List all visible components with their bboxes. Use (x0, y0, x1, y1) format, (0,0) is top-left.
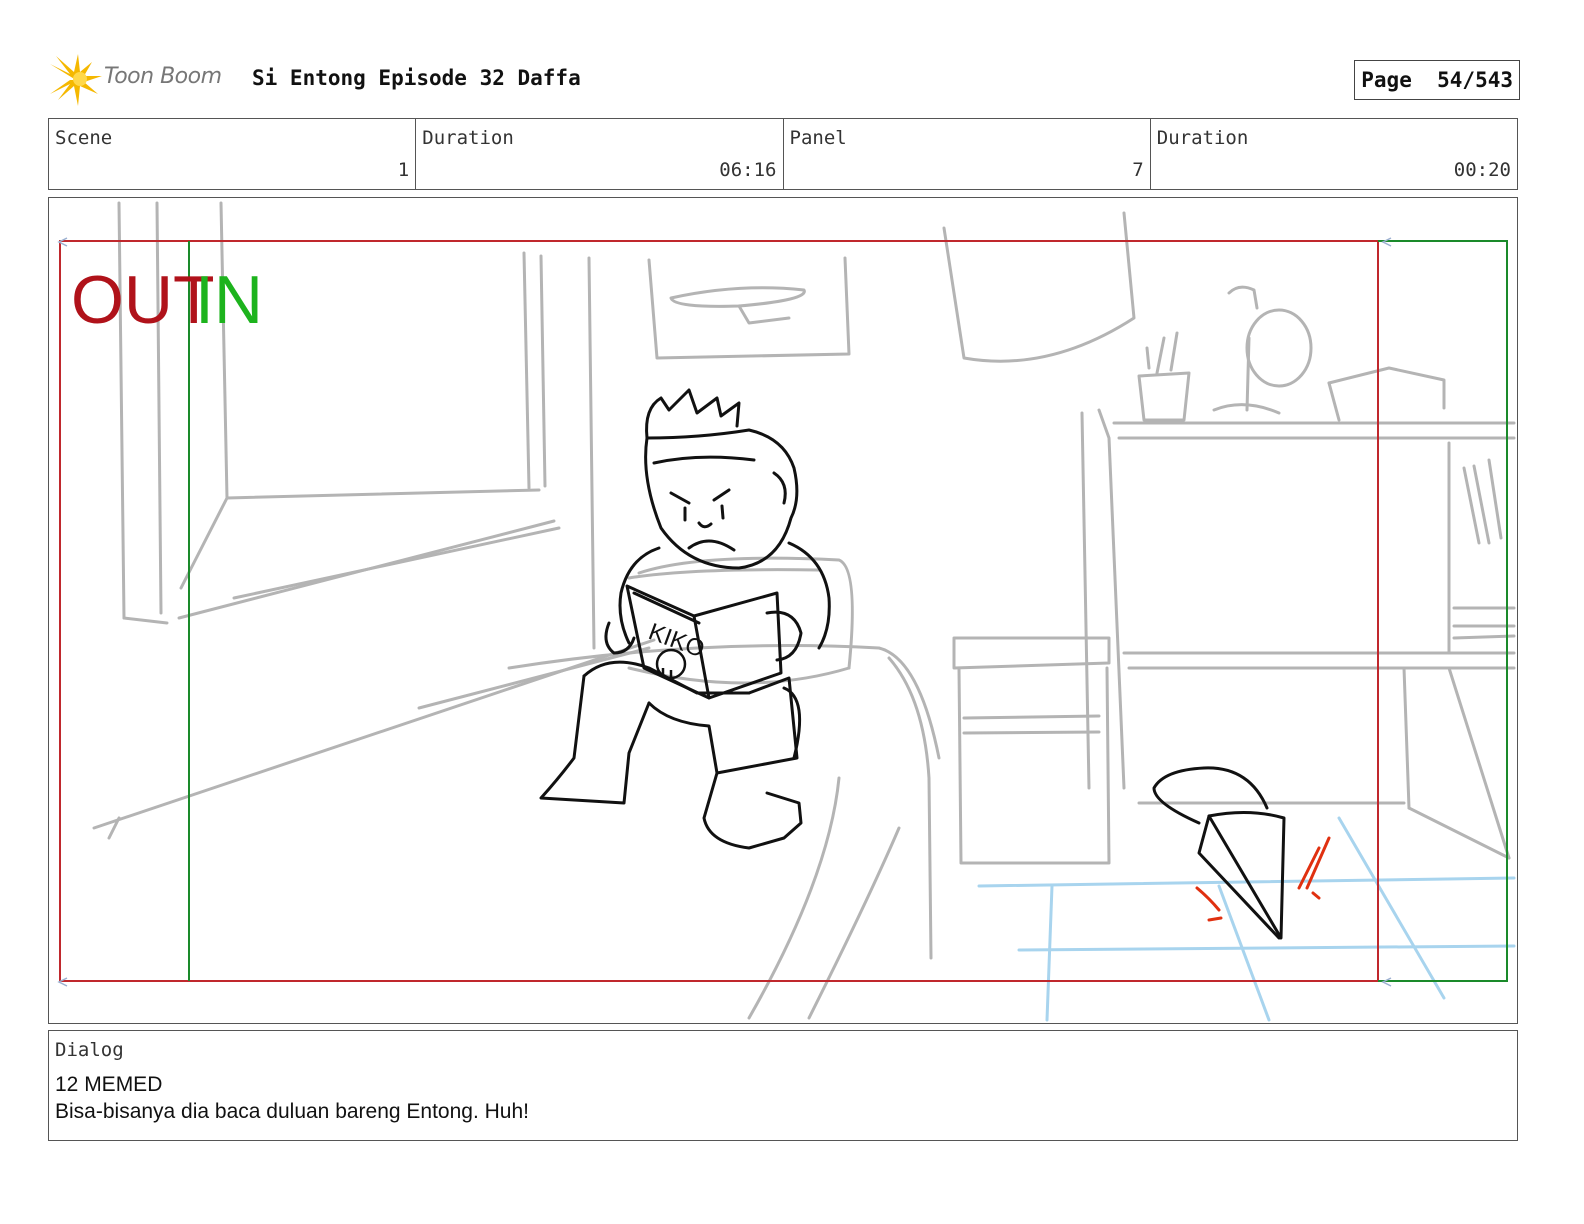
floor-tiles (977, 816, 1516, 1022)
page-value: 54/543 (1437, 68, 1513, 92)
book-cover-face (655, 648, 687, 680)
scene-duration-label: Duration (422, 127, 514, 149)
scene-label: Scene (55, 127, 113, 149)
panel-label: Panel (789, 127, 847, 149)
header: Toon Boom Si Entong Episode 32 Daffa Pag… (48, 52, 1520, 108)
scene-duration-cell: Duration 06:16 (416, 119, 784, 189)
panel-value: 7 (1132, 159, 1144, 181)
scene-info-table: Scene 1 Duration 06:16 Panel 7 Duration … (48, 118, 1518, 190)
storyboard-panel: OUT IN KIKO (48, 197, 1518, 1024)
panel-duration-label: Duration (1156, 127, 1249, 149)
page-indicator: Page 54/543 (1354, 60, 1520, 100)
storyboard-title: Si Entong Episode 32 Daffa (252, 66, 581, 90)
toon-boom-logo: Toon Boom (48, 52, 248, 108)
scene-cell: Scene 1 (49, 119, 417, 189)
out-frame (59, 240, 1379, 982)
boy-character (539, 388, 831, 850)
panel-cell: Panel 7 (784, 119, 1151, 189)
in-label: IN (195, 262, 263, 338)
dialog-label: Dialog (55, 1039, 124, 1061)
scene-value: 1 (397, 159, 410, 181)
panel-duration-cell: Duration 00:20 (1151, 119, 1517, 189)
panel-duration-value: 00:20 (1453, 159, 1511, 181)
dialog-box: Dialog 12 MEMED Bisa-bisanya dia baca du… (48, 1030, 1518, 1141)
book-title: KIKO (645, 618, 708, 663)
out-label: OUT (71, 262, 215, 338)
dropped-cone (1152, 766, 1286, 940)
dialog-speaker: 12 MEMED (55, 1073, 163, 1096)
frame-corner-arrows (57, 237, 1392, 987)
room-sketch (92, 201, 1516, 1020)
dialog-text: Bisa-bisanya dia baca duluan bareng Ento… (55, 1100, 529, 1123)
logo-text: Toon Boom (104, 64, 222, 89)
starburst-icon (50, 54, 102, 106)
page-label: Page (1361, 68, 1412, 92)
panel-sketch: OUT IN KIKO (57, 201, 1516, 1022)
scene-duration-value: 06:16 (719, 159, 777, 181)
